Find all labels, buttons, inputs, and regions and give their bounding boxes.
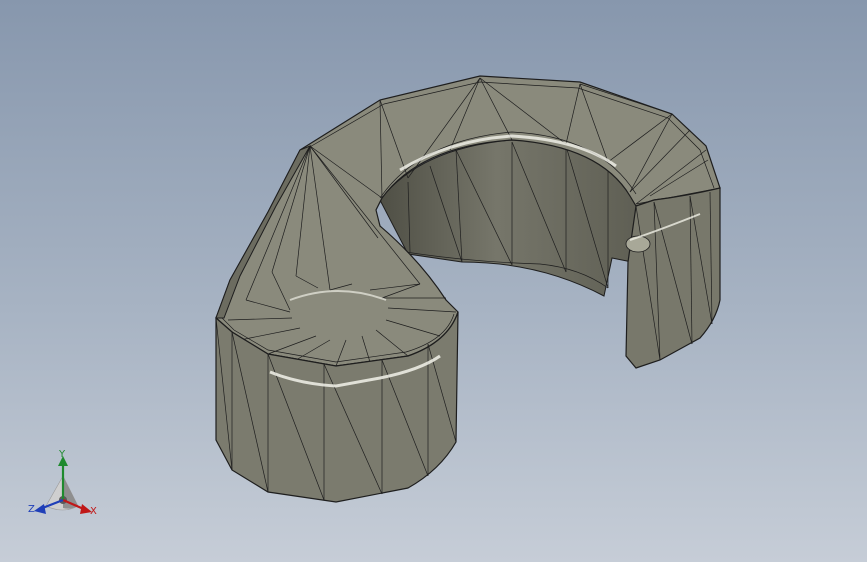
right-arm-wall <box>625 187 721 369</box>
coordinate-triad[interactable]: Y Z X <box>26 448 102 520</box>
z-axis-label: Z <box>28 504 35 515</box>
cad-model[interactable] <box>0 0 867 562</box>
x-axis-label: X <box>90 506 97 517</box>
3d-viewport[interactable]: Y Z X <box>0 0 867 562</box>
y-axis-label: Y <box>59 449 66 460</box>
